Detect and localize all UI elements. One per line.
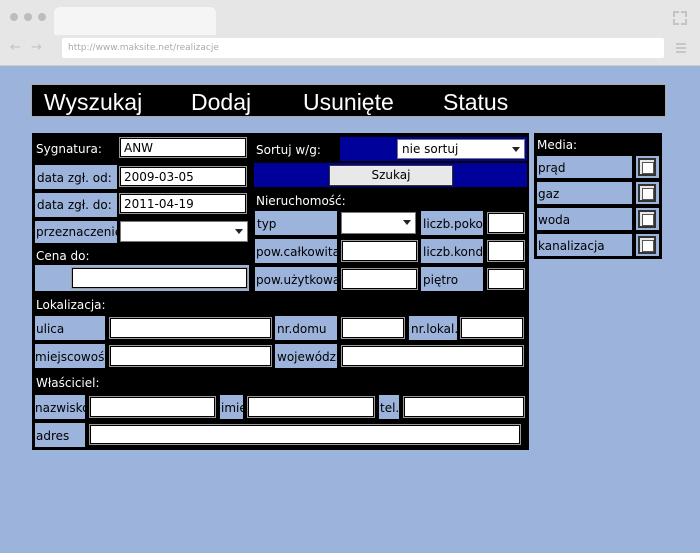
media-header: Media: [537, 138, 578, 152]
prad-checkbox[interactable] [638, 158, 656, 176]
pow-uzytkowa-label: pow.użytkowa [256, 273, 341, 287]
data-od-label: data zgł. od: [37, 171, 112, 185]
sygnatura-label: Sygnatura: [36, 142, 102, 156]
kanalizacja-checkbox[interactable] [638, 236, 656, 254]
nav-wyszukaj[interactable]: Wyszukaj [44, 88, 142, 116]
forward-arrow-icon[interactable]: → [31, 41, 42, 54]
address-bar[interactable]: http://www.maksite.net/realizacje [62, 38, 664, 58]
menu-icon[interactable] [676, 43, 686, 53]
tel-label: tel. [380, 401, 400, 415]
gaz-checkbox[interactable] [638, 184, 656, 202]
wlasciciel-header: Właściciel: [36, 376, 100, 390]
main-nav: Wyszukaj Dodaj Usunięte Status [31, 84, 666, 117]
cena-header: Cena do: [36, 249, 90, 263]
window-control-dot[interactable] [38, 13, 46, 21]
liczb-pokoi-label: liczb.pokoi [423, 217, 487, 231]
wojewodz-input[interactable] [341, 345, 524, 367]
nr-lokal-label: nr.lokal. [411, 322, 459, 336]
typ-select[interactable] [341, 212, 416, 234]
sortuj-select[interactable]: nie sortuj [397, 139, 525, 159]
media-label-gaz: gaz [538, 187, 560, 201]
nav-dodaj[interactable]: Dodaj [191, 88, 251, 116]
ulica-input[interactable] [109, 317, 272, 339]
przeznaczenie-select[interactable] [120, 221, 248, 242]
miejscowosc-label: miejscowość [35, 350, 111, 364]
imie-input[interactable] [247, 396, 375, 418]
wojewodz-label: wojewódz. [277, 350, 340, 364]
media-label-kanalizacja: kanalizacja [538, 239, 605, 253]
tel-input[interactable] [403, 396, 525, 418]
media-label-woda: woda [538, 213, 571, 227]
ulica-label: ulica [36, 322, 65, 336]
adres-input[interactable] [89, 424, 521, 445]
adres-label: adres [36, 429, 70, 443]
sortuj-value: nie sortuj [402, 142, 459, 156]
liczb-kond-input[interactable] [487, 240, 525, 262]
window-control-dot[interactable] [24, 13, 32, 21]
sortuj-label: Sortuj w/g: [256, 143, 321, 157]
media-label-prad: prąd [538, 161, 566, 175]
miejscowosc-input[interactable] [109, 345, 272, 367]
expand-icon[interactable] [673, 11, 687, 25]
typ-label: typ [257, 217, 277, 231]
woda-checkbox[interactable] [638, 210, 656, 228]
browser-chrome: ← → http://www.maksite.net/realizacje [0, 0, 700, 66]
liczb-kond-label: liczb.kond. [423, 245, 487, 259]
nieruchomosc-header: Nieruchomość: [256, 194, 346, 208]
cena-input[interactable] [71, 267, 248, 289]
data-do-input[interactable]: 2011-04-19 [119, 193, 247, 214]
szukaj-button[interactable]: Szukaj [329, 165, 453, 186]
data-do-label: data zgł. do: [37, 198, 112, 212]
chevron-down-icon [512, 147, 520, 152]
liczb-pokoi-input[interactable] [487, 212, 525, 234]
lokalizacja-header: Lokalizacja: [36, 298, 106, 312]
chevron-down-icon [235, 229, 243, 234]
przeznaczenie-label: przeznaczenie: [36, 225, 127, 239]
pietro-label: piętro [423, 273, 459, 287]
sygnatura-input[interactable]: ANW [119, 137, 247, 158]
back-arrow-icon[interactable]: ← [10, 41, 21, 54]
imie-label: imię [221, 401, 247, 415]
nr-domu-label: nr.domu [277, 322, 327, 336]
pow-calkowita-label: pow.całkowita [256, 245, 340, 259]
pow-calkowita-input[interactable] [341, 240, 418, 262]
nr-lokal-input[interactable] [460, 317, 524, 339]
chevron-down-icon [403, 220, 411, 225]
pow-uzytkowa-input[interactable] [341, 268, 418, 290]
nazwisko-input[interactable] [89, 396, 216, 418]
window-control-dot[interactable] [10, 13, 18, 21]
browser-tab[interactable] [54, 7, 216, 35]
nav-usuniete[interactable]: Usunięte [303, 88, 394, 116]
nazwisko-label: nazwisko [35, 401, 90, 415]
pietro-input[interactable] [487, 268, 525, 290]
nav-status[interactable]: Status [443, 88, 508, 116]
nr-domu-input[interactable] [341, 317, 405, 339]
data-od-input[interactable]: 2009-03-05 [119, 166, 247, 187]
